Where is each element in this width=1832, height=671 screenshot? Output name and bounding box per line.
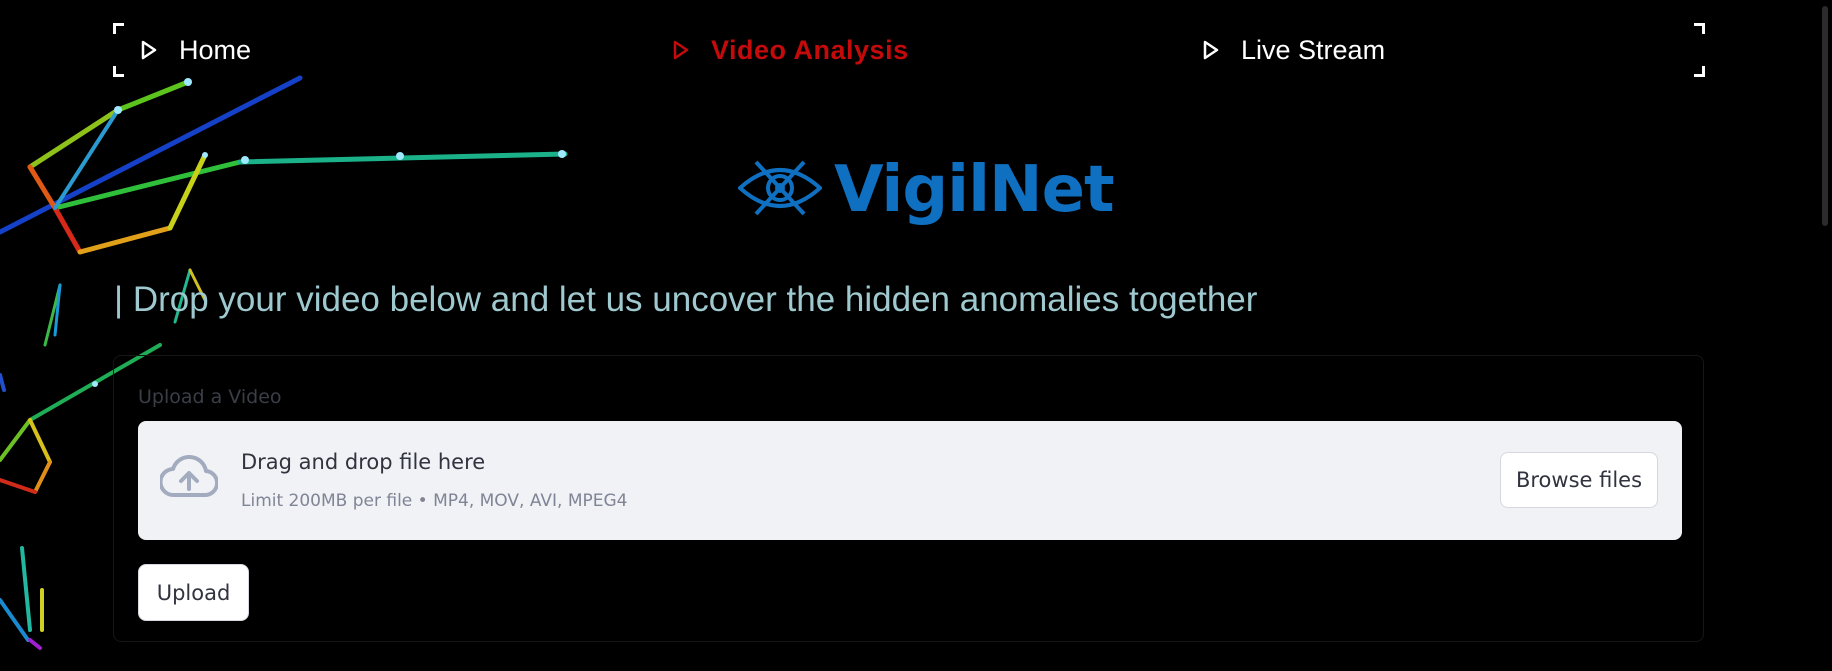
nav-item-label: Live Stream bbox=[1241, 34, 1386, 65]
dropzone-subtitle: Limit 200MB per file • MP4, MOV, AVI, MP… bbox=[241, 491, 628, 511]
nav-item-label: Video Analysis bbox=[711, 34, 909, 65]
upload-field-label: Upload a Video bbox=[138, 386, 282, 408]
nav-item-label: Home bbox=[179, 34, 252, 65]
app-logo-text: VigilNet bbox=[834, 153, 1115, 227]
frame-corner bbox=[113, 66, 124, 77]
nav-item-home[interactable]: Home bbox=[141, 23, 251, 77]
nav-item-live-stream[interactable]: Live Stream bbox=[1203, 23, 1385, 77]
play-outline-icon bbox=[673, 40, 689, 60]
upload-button[interactable]: Upload bbox=[138, 564, 249, 621]
dropzone-title: Drag and drop file here bbox=[241, 450, 486, 474]
frame-corner bbox=[1694, 23, 1705, 34]
nav-item-video-analysis[interactable]: Video Analysis bbox=[673, 23, 909, 77]
app-logo: VigilNet bbox=[737, 150, 1115, 230]
play-outline-icon bbox=[141, 40, 157, 60]
frame-corner bbox=[1694, 66, 1705, 77]
file-dropzone[interactable]: Drag and drop file here Limit 200MB per … bbox=[138, 421, 1682, 540]
scrollbar-thumb[interactable] bbox=[1822, 6, 1828, 226]
cloud-upload-icon bbox=[158, 454, 219, 504]
page-tagline: | Drop your video below and let us uncov… bbox=[114, 280, 1258, 319]
upload-form: Upload a Video Drag and drop file here L… bbox=[113, 355, 1704, 642]
browse-files-button[interactable]: Browse files bbox=[1500, 452, 1658, 508]
play-outline-icon bbox=[1203, 40, 1219, 60]
eye-icon bbox=[737, 156, 823, 225]
frame-corner bbox=[113, 23, 124, 34]
top-navigation: Home Video Analysis Live Stream bbox=[113, 23, 1705, 77]
